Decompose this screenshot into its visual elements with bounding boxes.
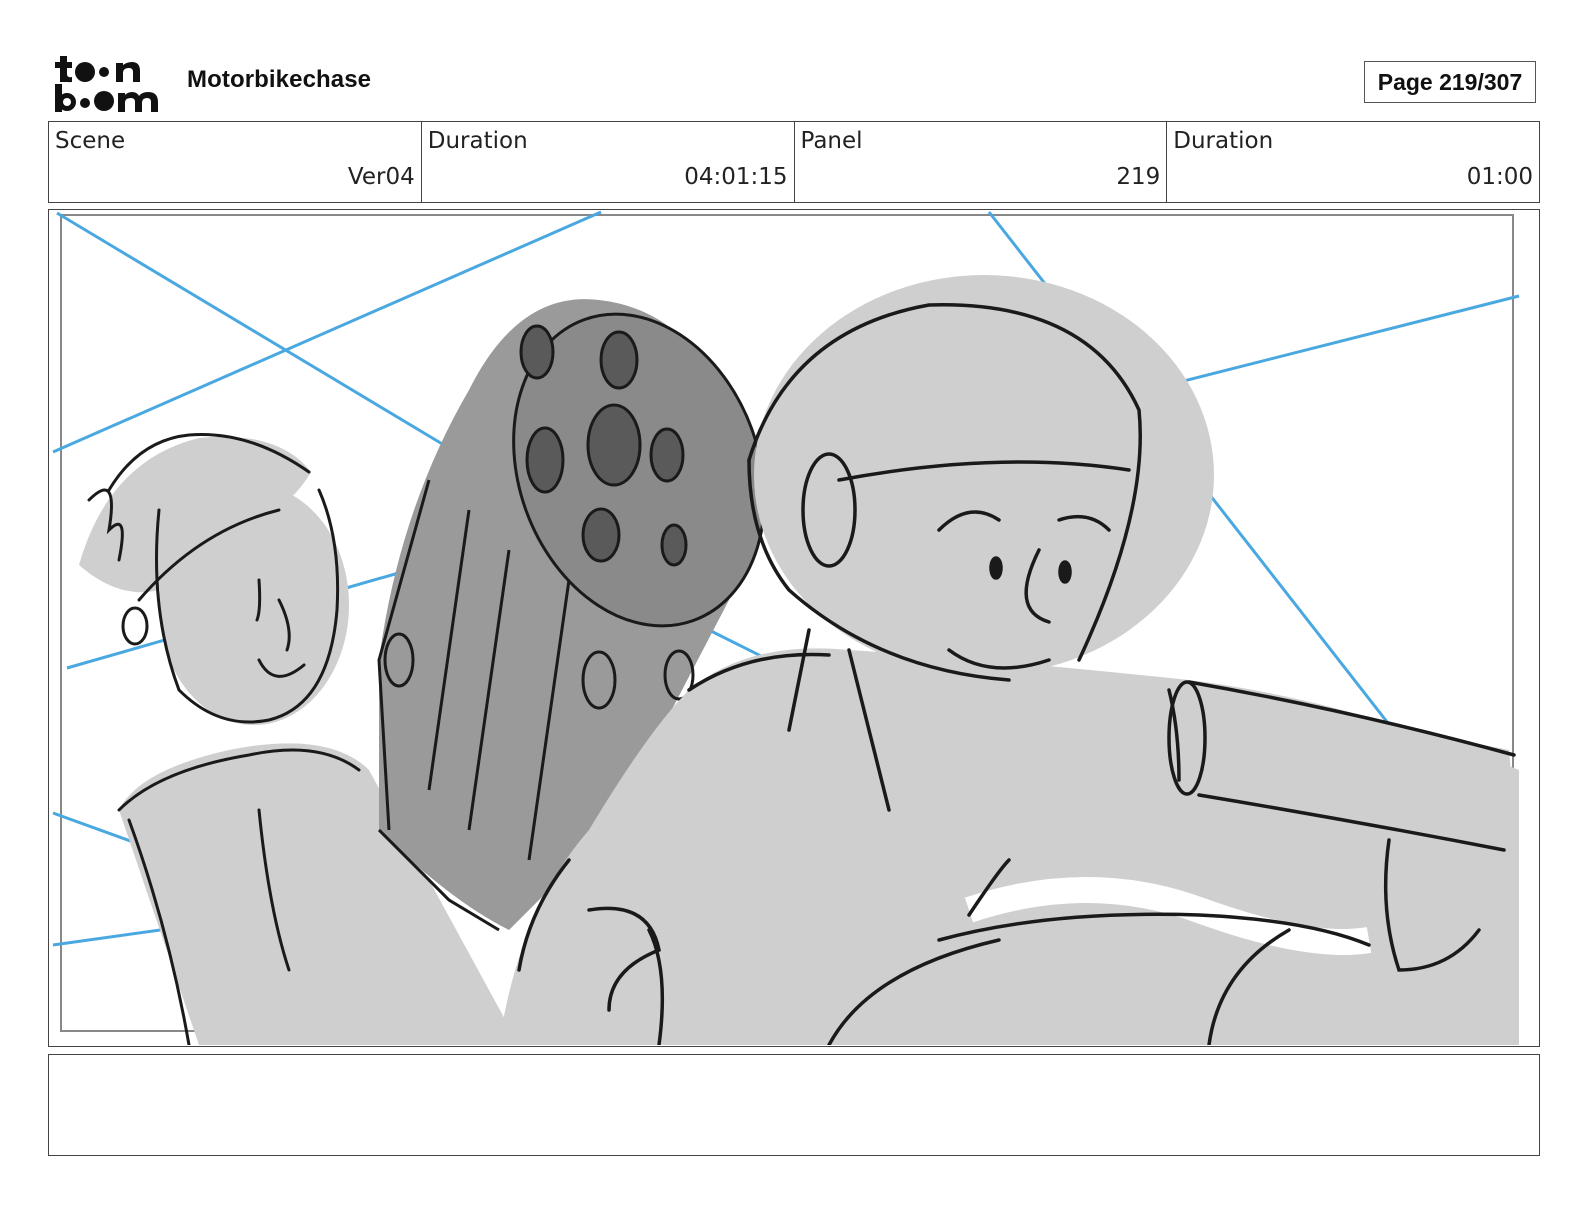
panel-value: 219: [1116, 164, 1161, 190]
panel-sketch: [52, 210, 1520, 1045]
panel-label: Panel: [800, 128, 863, 154]
scene-duration-value: 04:01:15: [684, 164, 788, 190]
panel-duration-cell: Duration 01:00: [1167, 122, 1539, 202]
project-title: Motorbikechase: [187, 66, 372, 93]
scene-info-table: Scene Ver04 Duration 04:01:15 Panel 219 …: [48, 121, 1540, 203]
scene-duration-label: Duration: [427, 128, 528, 154]
panel-duration-label: Duration: [1173, 128, 1274, 154]
panel-notes-box: [48, 1054, 1540, 1156]
panel-cell: Panel 219: [795, 122, 1168, 202]
page-number-badge: Page 219/307: [1364, 61, 1536, 103]
panel-duration-value: 01:00: [1466, 164, 1533, 190]
toon-boom-logo: [52, 52, 164, 112]
scene-duration-cell: Duration 04:01:15: [422, 122, 795, 202]
scene-value: Ver04: [347, 164, 415, 190]
scene-cell: Scene Ver04: [49, 122, 422, 202]
scene-label: Scene: [55, 128, 126, 154]
storyboard-panel: [48, 209, 1540, 1047]
